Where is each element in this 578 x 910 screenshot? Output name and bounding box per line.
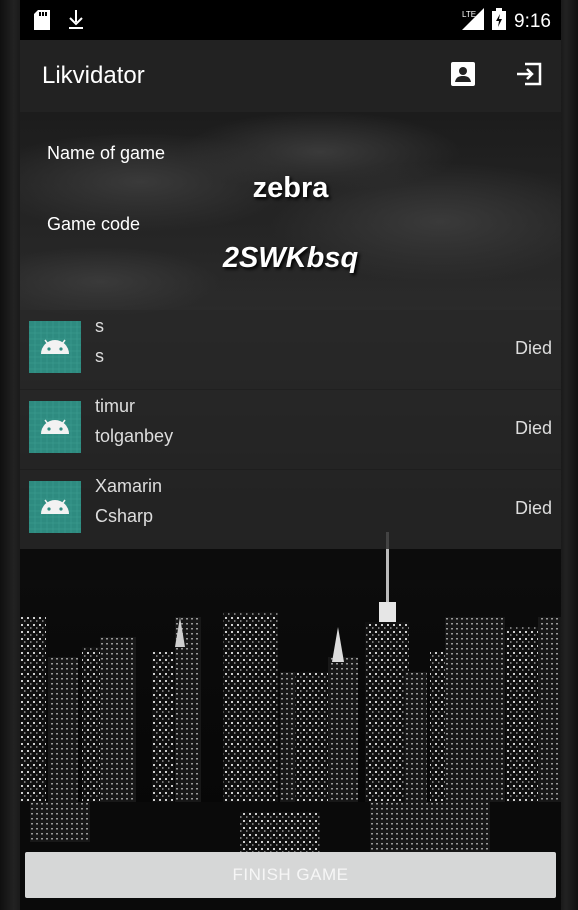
player-last-name: s	[95, 346, 104, 366]
android-icon	[29, 401, 81, 453]
exit-button[interactable]	[513, 60, 545, 92]
app-title: Likvidator	[42, 62, 145, 89]
profile-icon	[450, 61, 476, 92]
lte-signal-icon: LTE	[462, 8, 485, 35]
status-time: 9:16	[514, 10, 551, 32]
list-item[interactable]: s s Died	[20, 310, 561, 389]
player-first-name: s	[95, 316, 104, 336]
finish-game-button[interactable]: FINISH GAME	[25, 852, 556, 898]
app-toolbar: Likvidator	[20, 40, 561, 112]
player-status: Died	[514, 338, 552, 358]
sd-card-icon	[34, 10, 50, 35]
download-icon	[68, 10, 84, 35]
list-item[interactable]: timur tolganbey Died	[20, 389, 561, 469]
android-icon	[29, 481, 81, 533]
game-code-value: 2SWKbsq	[222, 242, 359, 274]
game-name-label: Name of game	[47, 143, 166, 163]
game-info-card: Name of game zebra Game code 2SWKbsq	[20, 112, 561, 310]
lte-label: LTE	[462, 10, 476, 19]
exit-icon	[515, 61, 543, 92]
screen: LTE 9:16 Likvidator Name of game zebra G…	[20, 0, 561, 910]
player-last-name: tolganbey	[95, 426, 174, 446]
game-code-label: Game code	[47, 214, 141, 234]
game-name-value: zebra	[252, 172, 329, 204]
player-status: Died	[514, 498, 552, 518]
device-frame-left	[0, 0, 20, 910]
list-item[interactable]: Xamarin Csharp Died	[20, 469, 561, 549]
device-frame-right	[561, 0, 578, 910]
player-first-name: Xamarin	[95, 476, 163, 496]
player-first-name: timur	[95, 396, 135, 416]
player-last-name: Csharp	[95, 506, 154, 526]
android-icon	[29, 321, 81, 373]
player-status: Died	[514, 418, 552, 438]
status-bar: LTE 9:16	[20, 0, 561, 40]
battery-charging-icon	[492, 8, 507, 35]
player-list: s s Died timur tolganbey Died Xamarin Cs…	[20, 310, 561, 549]
profile-button[interactable]	[447, 60, 479, 92]
